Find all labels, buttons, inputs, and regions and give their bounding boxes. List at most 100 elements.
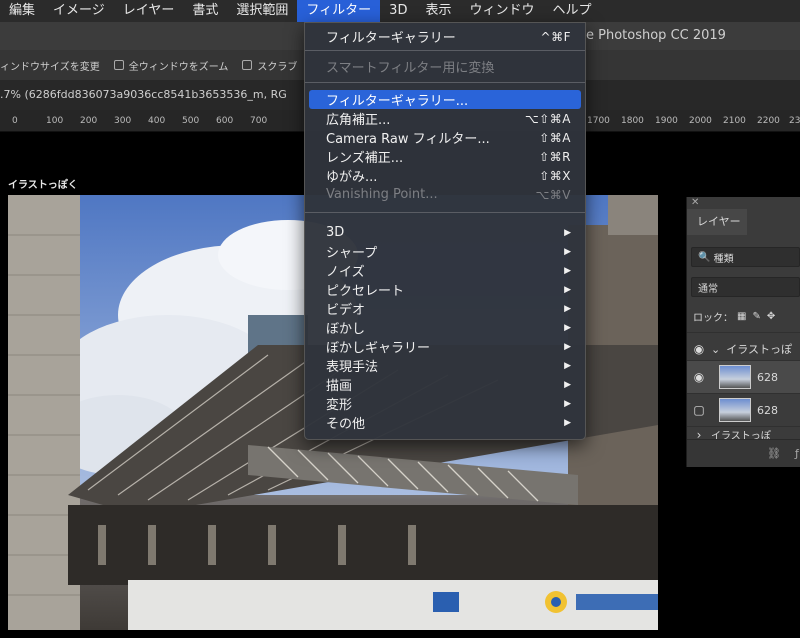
ruler-tick: 400 bbox=[148, 116, 166, 126]
submenu-arrow-icon: ▶ bbox=[564, 246, 571, 257]
menu-layer[interactable]: レイヤー bbox=[114, 0, 184, 22]
visibility-toggle[interactable]: ▢ bbox=[687, 403, 711, 417]
option-zoom-all-label: 全ウィンドウをズーム bbox=[128, 61, 229, 73]
ruler-tick: 200 bbox=[80, 116, 98, 126]
ruler-tick: 700 bbox=[250, 116, 268, 126]
menu-item-liquify[interactable]: ゆがみ... ⇧⌘X bbox=[309, 166, 581, 186]
menu-separator bbox=[305, 50, 585, 51]
scrubby-checkbox[interactable] bbox=[242, 60, 253, 70]
menu-item-label: ゆがみ... bbox=[326, 170, 378, 185]
menu-item-label: フィルターギャラリー... bbox=[326, 94, 469, 109]
eye-icon[interactable]: ◉ bbox=[687, 342, 711, 356]
menu-item-label: ビデオ bbox=[326, 303, 366, 318]
submenu-arrow-icon: ▶ bbox=[564, 398, 571, 409]
menu-item-shortcut: ⌥⇧⌘A bbox=[524, 111, 571, 126]
menu-filter[interactable]: フィルター bbox=[297, 0, 381, 22]
option-scrubby[interactable]: スクラブ bbox=[242, 58, 297, 73]
tab-layers[interactable]: レイヤー bbox=[687, 209, 747, 235]
menu-item-camera-raw[interactable]: Camera Raw フィルター... ⇧⌘A bbox=[309, 128, 581, 148]
menu-bar: 編集 イメージ レイヤー 書式 選択範囲 フィルター 3D 表示 ウィンドウ ヘ… bbox=[0, 0, 800, 22]
submenu-arrow-icon: ▶ bbox=[564, 284, 571, 295]
menu-item-pixelate[interactable]: ピクセレート ▶ bbox=[309, 280, 581, 299]
menu-item-3d[interactable]: 3D ▶ bbox=[309, 223, 581, 242]
option-resize-windows[interactable]: ィンドウサイズを変更 bbox=[0, 58, 100, 73]
ruler-tick: 2100 bbox=[723, 116, 746, 126]
menu-item-label: 広角補正... bbox=[326, 113, 391, 128]
layer-group-name: イラストっぽ bbox=[726, 343, 792, 356]
menu-item-label: シャープ bbox=[326, 246, 378, 261]
app-title: e Photoshop CC 2019 bbox=[586, 28, 726, 43]
submenu-arrow-icon: ▶ bbox=[564, 322, 571, 333]
layer-kind-filter-label: 種類 bbox=[713, 253, 734, 265]
menu-edit[interactable]: 編集 bbox=[0, 0, 44, 22]
menu-item-label: Camera Raw フィルター... bbox=[326, 132, 490, 147]
menu-item-vanishing-point: Vanishing Point... ⌥⌘V bbox=[309, 185, 581, 204]
menu-item-blur-gallery[interactable]: ぼかしギャラリー ▶ bbox=[309, 337, 581, 356]
blend-mode-value: 通常 bbox=[698, 283, 718, 295]
menu-item-lens-correction[interactable]: レンズ補正... ⇧⌘R bbox=[309, 147, 581, 167]
lock-move-icon[interactable]: ✥ bbox=[767, 311, 775, 322]
layer-name: 628 bbox=[757, 403, 778, 417]
menu-item-label: Vanishing Point... bbox=[326, 187, 438, 202]
ruler-tick: 2200 bbox=[757, 116, 780, 126]
option-resize-windows-label: ィンドウサイズを変更 bbox=[0, 61, 100, 73]
menu-item-sharpen[interactable]: シャープ ▶ bbox=[309, 242, 581, 261]
lock-transparent-icon[interactable]: ▦ bbox=[737, 311, 746, 322]
menu-item-stylize[interactable]: 表現手法 ▶ bbox=[309, 356, 581, 375]
canvas-layer-label: イラストっぽく bbox=[8, 180, 78, 191]
menu-item-label: ぼかし bbox=[326, 322, 366, 337]
link-icon[interactable]: ⛓ bbox=[767, 447, 781, 460]
chevron-down-icon[interactable]: ⌄ bbox=[711, 343, 720, 356]
submenu-arrow-icon: ▶ bbox=[564, 227, 571, 238]
menu-type[interactable]: 書式 bbox=[183, 0, 227, 22]
layer-thumbnail bbox=[719, 398, 751, 422]
menu-item-distort[interactable]: 変形 ▶ bbox=[309, 394, 581, 413]
menu-help[interactable]: ヘルプ bbox=[543, 0, 600, 22]
menu-item-filter-gallery[interactable]: フィルターギャラリー... bbox=[309, 90, 581, 109]
search-icon: 🔍 bbox=[698, 251, 711, 263]
menu-item-label: 3D bbox=[326, 225, 345, 240]
menu-item-video[interactable]: ビデオ ▶ bbox=[309, 299, 581, 318]
fx-icon[interactable]: ƒ bbox=[795, 447, 799, 460]
layer-thumbnail bbox=[719, 365, 751, 389]
menu-separator bbox=[305, 212, 585, 213]
menu-item-other[interactable]: その他 ▶ bbox=[309, 413, 581, 432]
lock-label: ロック： bbox=[693, 312, 733, 324]
ruler-tick: 1800 bbox=[621, 116, 644, 126]
menu-item-shortcut: ⇧⌘R bbox=[539, 149, 571, 164]
submenu-arrow-icon: ▶ bbox=[564, 341, 571, 352]
menu-item-shortcut: ⌥⌘V bbox=[535, 187, 571, 202]
document-tab-title: .7% (6286fdd836073a9036cc8541b3653536_m,… bbox=[0, 88, 287, 101]
submenu-arrow-icon: ▶ bbox=[564, 303, 571, 314]
menu-item-label: フィルターギャラリー bbox=[326, 31, 456, 46]
ruler-tick: 600 bbox=[216, 116, 234, 126]
filter-menu-dropdown: フィルターギャラリー ^⌘F スマートフィルター用に変換 フィルターギャラリー.… bbox=[304, 22, 586, 440]
menu-item-label: レンズ補正... bbox=[326, 151, 404, 166]
layer-row[interactable]: ▢ 628 bbox=[687, 393, 800, 426]
menu-item-last-filter[interactable]: フィルターギャラリー ^⌘F bbox=[309, 27, 581, 47]
ruler-tick: 1900 bbox=[655, 116, 678, 126]
menu-item-render[interactable]: 描画 ▶ bbox=[309, 375, 581, 394]
layer-row-selected[interactable]: ◉ 628 bbox=[687, 360, 800, 393]
submenu-arrow-icon: ▶ bbox=[564, 265, 571, 276]
menu-item-noise[interactable]: ノイズ ▶ bbox=[309, 261, 581, 280]
zoom-all-checkbox[interactable] bbox=[113, 60, 124, 70]
lock-paint-icon[interactable]: ✎ bbox=[752, 311, 760, 322]
layer-name: 628 bbox=[757, 370, 778, 384]
menu-item-blur[interactable]: ぼかし ▶ bbox=[309, 318, 581, 337]
menu-image[interactable]: イメージ bbox=[44, 0, 114, 22]
menu-item-label: 変形 bbox=[326, 398, 353, 413]
option-zoom-all[interactable]: 全ウィンドウをズーム bbox=[113, 58, 229, 73]
layer-kind-filter[interactable]: 🔍 種類 bbox=[691, 247, 800, 267]
menu-window[interactable]: ウィンドウ bbox=[460, 0, 543, 22]
eye-icon[interactable]: ◉ bbox=[687, 370, 711, 384]
ruler-tick: 1700 bbox=[587, 116, 610, 126]
menu-item-shortcut: ⇧⌘A bbox=[539, 130, 571, 145]
close-icon[interactable]: ✕ bbox=[691, 197, 699, 208]
blend-mode-select[interactable]: 通常 bbox=[691, 277, 800, 297]
menu-view[interactable]: 表示 bbox=[416, 0, 460, 22]
menu-select[interactable]: 選択範囲 bbox=[227, 0, 297, 22]
menu-3d[interactable]: 3D bbox=[380, 0, 416, 22]
menu-item-shortcut: ⇧⌘X bbox=[539, 168, 571, 183]
menu-item-adaptive-wide-angle[interactable]: 広角補正... ⌥⇧⌘A bbox=[309, 109, 581, 129]
